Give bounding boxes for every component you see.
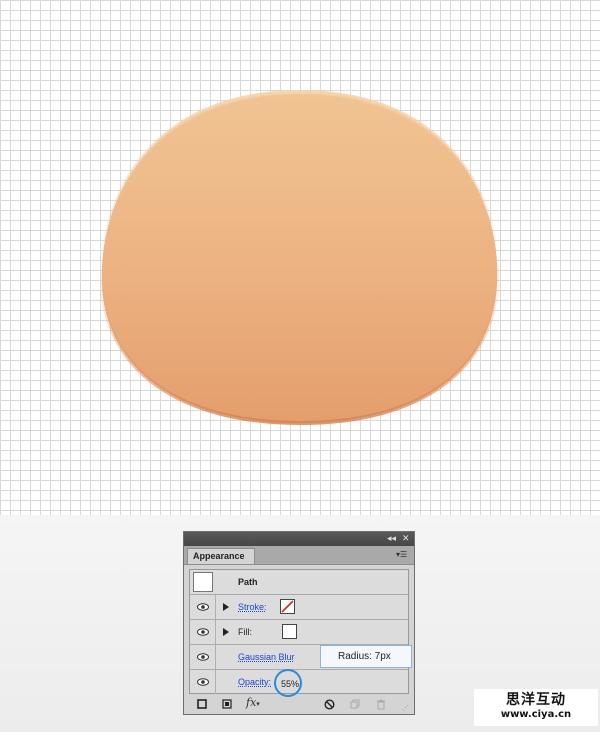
gaussian-blur-link[interactable]: Gaussian Blur xyxy=(238,651,295,663)
eye-icon xyxy=(197,603,209,611)
opacity-value[interactable]: 55% xyxy=(281,678,299,690)
artboard-canvas[interactable] xyxy=(0,0,600,515)
opacity-highlight[interactable]: 55% xyxy=(274,669,302,697)
stroke-label[interactable]: Stroke: xyxy=(238,601,267,613)
visibility-toggle[interactable] xyxy=(190,595,216,619)
watermark: 思洋互动 www.ciya.cn xyxy=(474,689,598,726)
opacity-label[interactable]: Opacity: xyxy=(238,676,271,688)
double-chevron-icon[interactable]: ◂◂ xyxy=(387,533,396,545)
visibility-toggle[interactable] xyxy=(190,645,216,669)
orange-shape[interactable] xyxy=(0,0,600,515)
radius-tooltip: Radius: 7px xyxy=(320,645,412,668)
eye-icon xyxy=(197,653,209,661)
panel-toolbar: fx▾ ⋰ xyxy=(184,697,414,714)
eye-icon xyxy=(197,628,209,636)
close-icon[interactable]: ✕ xyxy=(402,533,410,545)
fill-label: Fill: xyxy=(238,627,252,637)
resize-grip-icon[interactable]: ⋰ xyxy=(402,703,409,715)
visibility-toggle[interactable] xyxy=(190,620,216,644)
path-label: Path xyxy=(238,577,258,587)
watermark-title: 思洋互动 xyxy=(506,692,566,708)
tab-appearance[interactable]: Appearance xyxy=(187,548,255,564)
eye-icon xyxy=(197,678,209,686)
stroke-row[interactable]: Stroke: xyxy=(190,595,408,620)
panel-titlebar[interactable]: ◂◂ ✕ xyxy=(184,532,414,546)
add-stroke-icon[interactable] xyxy=(197,699,207,713)
clear-appearance-icon[interactable] xyxy=(324,699,335,714)
path-thumbnail xyxy=(193,572,213,592)
panel-menu-icon[interactable]: ▾☰ xyxy=(396,549,407,561)
path-row[interactable]: Path xyxy=(190,570,408,595)
tab-strip: Appearance ▾☰ xyxy=(184,546,414,565)
delete-item-icon[interactable] xyxy=(376,699,386,714)
add-fill-icon[interactable] xyxy=(222,699,232,713)
fill-row[interactable]: Fill: xyxy=(190,620,408,645)
duplicate-item-icon[interactable] xyxy=(350,699,360,713)
stroke-swatch[interactable] xyxy=(280,599,295,614)
no-color-icon xyxy=(281,600,294,613)
fill-swatch[interactable] xyxy=(282,624,297,639)
fx-label: fx xyxy=(246,696,257,709)
fx-icon[interactable]: fx▾ xyxy=(246,697,260,710)
visibility-toggle[interactable] xyxy=(190,670,216,694)
expand-arrow-icon[interactable] xyxy=(223,603,229,611)
watermark-url: www.ciya.cn xyxy=(500,709,572,720)
expand-arrow-icon[interactable] xyxy=(223,628,229,636)
